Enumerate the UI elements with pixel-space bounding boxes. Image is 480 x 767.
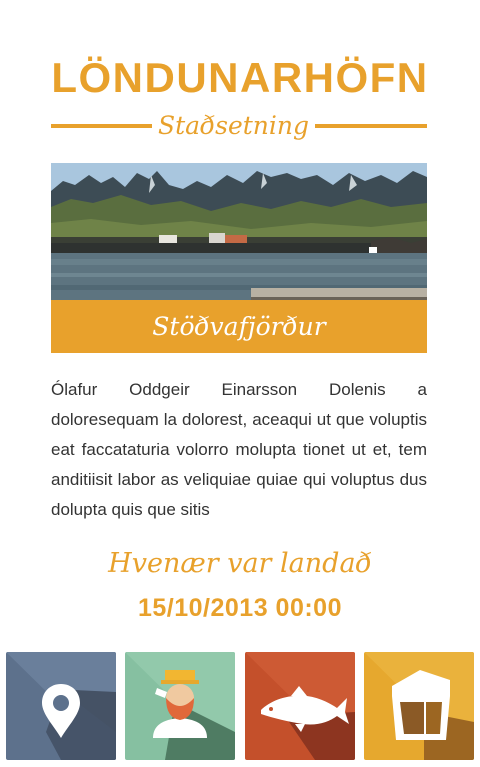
subtitle-row: Staðsetning — [51, 108, 427, 144]
divider-line-left — [51, 124, 152, 128]
map-pin-icon — [6, 652, 116, 760]
divider-line-right — [315, 124, 427, 128]
landing-time-label: Hvenær var landað — [108, 548, 372, 579]
boat-icon — [364, 652, 474, 760]
nav-tile-fish[interactable] — [245, 652, 355, 760]
landing-time-value: 15/10/2013 00:00 — [137, 594, 342, 622]
page-subtitle: Staðsetning — [157, 111, 309, 140]
fish-icon — [245, 652, 355, 760]
fisherman-icon — [125, 652, 235, 760]
location-name: Stöðvafjörður — [51, 300, 427, 353]
nav-tile-location[interactable] — [6, 652, 116, 760]
harbor-landscape-image — [51, 163, 427, 300]
description-text: Ólafur Oddgeir Einarsson Dolenis a dolor… — [51, 380, 427, 519]
nav-tile-boat[interactable] — [364, 652, 474, 760]
nav-tile-fisherman[interactable] — [125, 652, 235, 760]
harbor-photo: Stöðvafjörður — [51, 163, 427, 353]
page-title: LÖNDUNARHÖFN — [51, 54, 429, 101]
